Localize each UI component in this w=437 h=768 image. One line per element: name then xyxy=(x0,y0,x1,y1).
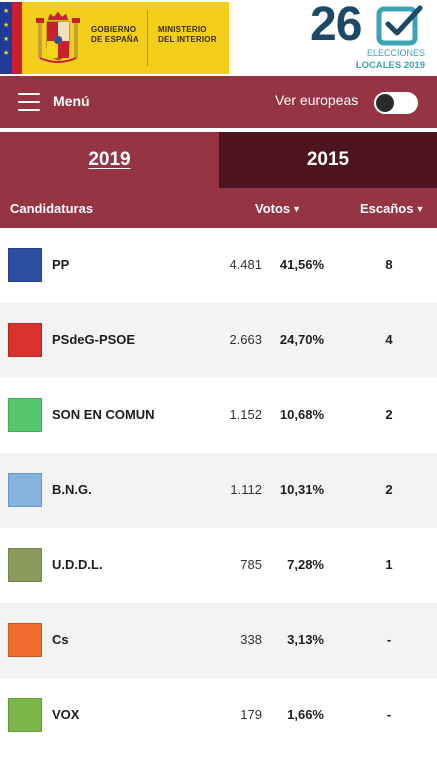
vote-percentage: 7,28% xyxy=(287,557,324,572)
vote-percentage: 1,66% xyxy=(287,707,324,722)
vote-count: 338 xyxy=(240,632,262,647)
sort-caret-icon: ▼ xyxy=(292,204,302,214)
menu-bar: Menú Ver europeas xyxy=(0,76,437,128)
party-name: PP xyxy=(52,257,70,272)
party-color-swatch xyxy=(8,548,42,582)
party-color-swatch xyxy=(8,398,42,432)
table-row[interactable]: U.D.D.L. 785 7,28% 1 xyxy=(0,528,437,603)
table-row[interactable]: VOX 179 1,66% - xyxy=(0,678,437,753)
vote-percentage: 10,31% xyxy=(279,482,324,497)
party-name: VOX xyxy=(52,707,80,722)
vote-count: 1.112 xyxy=(230,482,262,497)
eu-flag-icon: ★ ★ ★ ★ xyxy=(0,2,12,74)
party-name: B.N.G. xyxy=(52,482,92,497)
vote-percentage: 24,70% xyxy=(279,332,324,347)
column-candidaturas: Candidaturas xyxy=(10,201,94,216)
menu-button[interactable]: Menú xyxy=(53,93,90,109)
sort-caret-icon: ▼ xyxy=(415,204,425,214)
party-name: SON EN COMUN xyxy=(52,407,155,422)
table-row[interactable]: Cs 338 3,13% - xyxy=(0,603,437,678)
election-year-label: LOCALES 2019 xyxy=(355,60,425,71)
vote-count: 179 xyxy=(240,707,262,722)
vote-count: 1.152 xyxy=(229,407,262,422)
seat-count: 1 xyxy=(385,557,393,572)
seat-count: - xyxy=(386,632,392,647)
election-number: 26 xyxy=(310,0,362,51)
seat-count: 2 xyxy=(385,482,393,497)
results-table-body: PP 4.481 41,56% 8 PSdeG-PSOE 2.663 24,70… xyxy=(0,228,437,753)
party-color-swatch xyxy=(8,323,42,357)
seat-count: 2 xyxy=(385,407,393,422)
header-banner: ★ ★ ★ ★ GOBIERNO DE ESPAÑA MINISTERIO DEL I… xyxy=(0,0,437,76)
tab-2015[interactable]: 2015 xyxy=(219,132,437,188)
table-row[interactable]: B.N.G. 1.112 10,31% 2 xyxy=(0,453,437,528)
ministry-text: MINISTERIO DEL INTERIOR xyxy=(158,25,217,44)
ballot-check-icon xyxy=(376,5,423,46)
vote-count: 785 xyxy=(240,557,262,572)
government-text: GOBIERNO DE ESPAÑA xyxy=(91,25,139,44)
toggle-knob xyxy=(376,94,394,112)
vote-percentage: 41,56% xyxy=(279,257,324,272)
party-name: PSdeG-PSOE xyxy=(52,332,136,347)
party-color-swatch xyxy=(8,623,42,657)
logo-divider xyxy=(147,10,148,66)
party-name: U.D.D.L. xyxy=(52,557,103,572)
vote-count: 4.481 xyxy=(229,257,262,272)
vote-percentage: 10,68% xyxy=(279,407,324,422)
party-color-swatch xyxy=(8,698,42,732)
vote-count: 2.663 xyxy=(229,332,262,347)
seat-count: 8 xyxy=(385,257,393,272)
election-logo: 26 ELECCIONES LOCALES 2019 xyxy=(300,0,435,74)
election-label: ELECCIONES xyxy=(366,48,425,58)
coat-of-arms-icon xyxy=(36,11,80,63)
european-toggle-switch[interactable] xyxy=(374,92,418,114)
sort-votos-button[interactable]: Votos ▼ xyxy=(255,201,301,216)
party-color-swatch xyxy=(8,248,42,282)
results-table-header: Candidaturas Votos ▼ Escaños ▼ xyxy=(0,188,437,228)
party-color-swatch xyxy=(8,473,42,507)
seat-count: - xyxy=(386,707,392,722)
table-row[interactable]: PP 4.481 41,56% 8 xyxy=(0,228,437,303)
sort-escanos-button[interactable]: Escaños ▼ xyxy=(360,201,424,216)
tab-2019[interactable]: 2019 xyxy=(0,132,219,188)
seat-count: 4 xyxy=(385,332,393,347)
table-row[interactable]: PSdeG-PSOE 2.663 24,70% 4 xyxy=(0,303,437,378)
flag-stripe xyxy=(12,2,22,74)
hamburger-menu-icon[interactable] xyxy=(18,93,40,111)
party-name: Cs xyxy=(52,632,69,647)
table-row[interactable]: SON EN COMUN 1.152 10,68% 2 xyxy=(0,378,437,453)
government-logo: ★ ★ ★ ★ GOBIERNO DE ESPAÑA MINISTERIO DEL I… xyxy=(0,2,229,74)
year-tabs: 2019 2015 xyxy=(0,132,437,188)
european-toggle-label: Ver europeas xyxy=(275,92,359,108)
vote-percentage: 3,13% xyxy=(287,632,324,647)
